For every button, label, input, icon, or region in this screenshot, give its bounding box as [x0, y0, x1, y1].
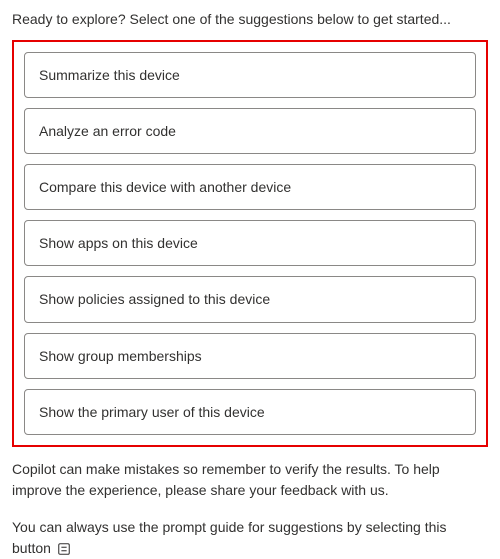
prompt-guide-icon — [57, 542, 71, 556]
suggestion-show-apps[interactable]: Show apps on this device — [24, 220, 476, 266]
prompt-guide-label: You can always use the prompt guide for … — [12, 519, 447, 556]
suggestion-show-groups[interactable]: Show group memberships — [24, 333, 476, 379]
suggestion-analyze-error[interactable]: Analyze an error code — [24, 108, 476, 154]
intro-text: Ready to explore? Select one of the sugg… — [12, 10, 488, 30]
suggestion-show-primary-user[interactable]: Show the primary user of this device — [24, 389, 476, 435]
suggestion-show-policies[interactable]: Show policies assigned to this device — [24, 276, 476, 322]
suggestion-summarize-device[interactable]: Summarize this device — [24, 52, 476, 98]
disclaimer-text: Copilot can make mistakes so remember to… — [12, 459, 488, 501]
suggestion-compare-device[interactable]: Compare this device with another device — [24, 164, 476, 210]
suggestions-container: Summarize this device Analyze an error c… — [12, 40, 488, 447]
prompt-guide-text: You can always use the prompt guide for … — [12, 517, 488, 559]
